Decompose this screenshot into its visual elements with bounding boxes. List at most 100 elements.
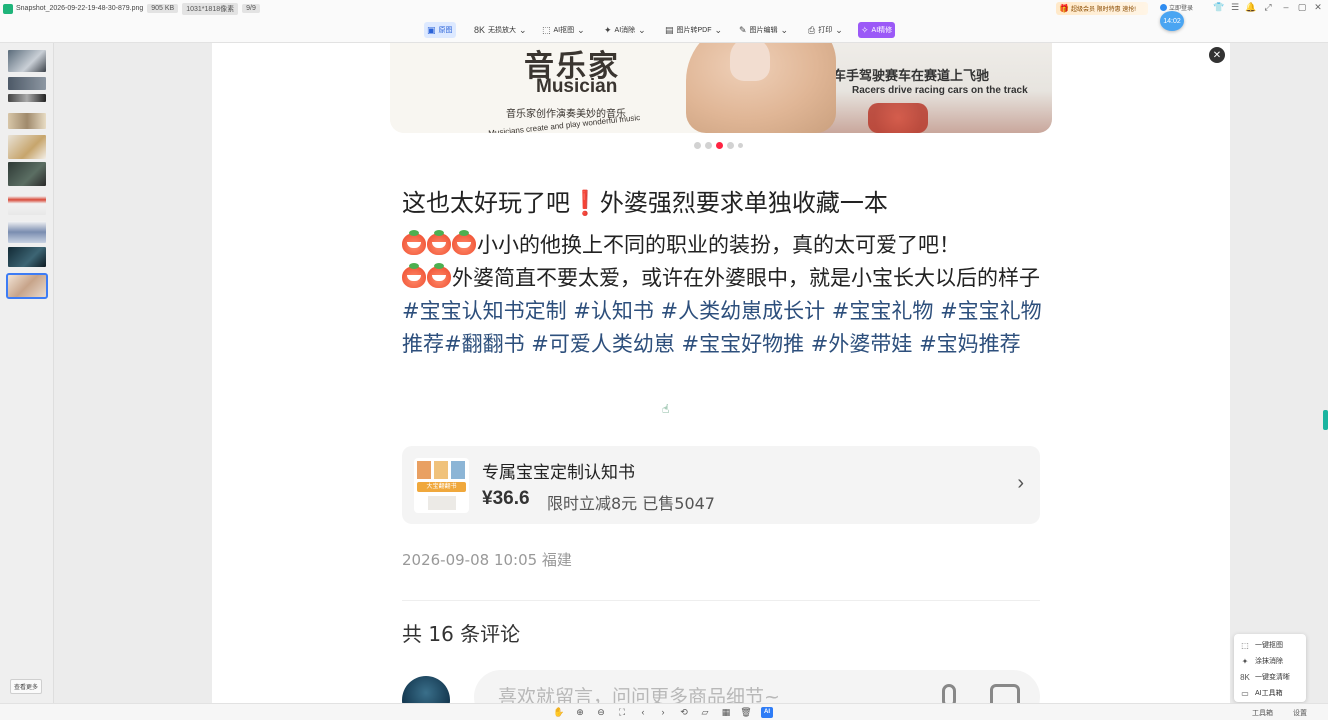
hand-cursor-icon: ☝ xyxy=(662,402,670,416)
rotate-icon[interactable]: ⟲ xyxy=(678,707,690,718)
menu-item-ai-toolbox[interactable]: ▭ AI工具箱 xyxy=(1234,685,1306,701)
carousel-dot[interactable] xyxy=(705,142,712,149)
magic-wand-icon: ✦ xyxy=(604,24,612,35)
folder-icon[interactable]: ▱ xyxy=(699,707,711,718)
toy-car-image xyxy=(868,103,928,133)
chevron-down-icon: ⌄ xyxy=(835,24,843,35)
peach-emoji-icon xyxy=(452,230,476,255)
time-badge[interactable]: 14:02 xyxy=(1160,11,1184,31)
image-icon: ▣ xyxy=(427,24,436,35)
tool-print[interactable]: ⎙ 打印 ⌄ xyxy=(805,22,846,38)
thumbnail[interactable] xyxy=(8,247,46,267)
zoom-out-icon[interactable]: ⊖ xyxy=(595,707,607,718)
product-name: 专属宝宝定制认知书 xyxy=(482,463,635,483)
view-more-button[interactable]: 查看更多 xyxy=(10,679,43,694)
tool-label: AI消除 xyxy=(614,27,636,34)
avatar[interactable] xyxy=(402,676,450,703)
tool-ai-cutout[interactable]: ⬚ AI抠图 ⌄ xyxy=(539,22,588,38)
post-body: 小小的他换上不同的职业的装扮，真的太可爱了吧！ 外婆简直不要太爱，或许在外婆眼中… xyxy=(402,229,1042,361)
login-button[interactable]: 立即登录 xyxy=(1160,3,1193,12)
close-icon[interactable]: ✕ xyxy=(1312,2,1324,13)
comment-box[interactable] xyxy=(474,670,1040,703)
fullscreen-icon[interactable]: ⤢ xyxy=(1262,2,1274,13)
carousel-dot[interactable] xyxy=(727,142,734,149)
maximize-icon[interactable]: ▢ xyxy=(1296,2,1308,13)
tool-label: 图片编辑 xyxy=(749,27,778,34)
menu-item-label: 一键变清晰 xyxy=(1255,674,1290,681)
thumbnail[interactable] xyxy=(8,113,46,129)
thumbnail[interactable] xyxy=(8,77,46,90)
printer-icon: ⎙ xyxy=(808,24,816,35)
minimize-icon[interactable]: – xyxy=(1280,2,1292,12)
post-title: 这也太好玩了吧❗外婆强烈要求单独收藏一本 xyxy=(402,189,888,217)
thumbnail[interactable] xyxy=(8,221,46,243)
thumbnail[interactable] xyxy=(8,196,46,215)
card-title-en: Musician xyxy=(536,76,618,97)
post-date-location: 2026-09-08 10:05 福建 xyxy=(402,551,572,569)
chevron-down-icon: ⌄ xyxy=(519,24,527,35)
pdf-icon: ▤ xyxy=(665,24,674,35)
thumbnail[interactable] xyxy=(8,94,46,102)
gallery-icon[interactable]: ▦ xyxy=(720,707,732,718)
menu-icon[interactable]: ☰ xyxy=(1229,2,1241,13)
product-promo: 限时立减8元 已售5047 xyxy=(547,494,715,513)
tool-lossless-upscale[interactable]: 8K 无损放大 ⌄ xyxy=(471,22,530,38)
pan-hand-icon[interactable]: ✋ xyxy=(553,707,565,718)
thumbnail[interactable] xyxy=(8,135,46,159)
comments-heading: 共 16 条评论 xyxy=(402,622,521,646)
menu-item-one-click-cutout[interactable]: ⬚ 一键抠图 xyxy=(1234,637,1306,653)
carousel-dot[interactable] xyxy=(738,143,743,148)
tool-image-to-pdf[interactable]: ▤ 图片转PDF ⌄ xyxy=(662,22,725,38)
chevron-down-icon: ⌄ xyxy=(638,24,646,35)
microphone-icon[interactable] xyxy=(942,684,956,703)
zoom-in-icon[interactable]: ⊕ xyxy=(574,707,586,718)
title-bar: Snapshot_2026-09-22-19-48-30-879.png 905… xyxy=(0,0,1328,17)
file-name: Snapshot_2026-09-22-19-48-30-879.png xyxy=(16,5,144,12)
carousel-indicator xyxy=(694,142,743,149)
thumbnail[interactable] xyxy=(8,162,46,186)
tool-image-edit[interactable]: ✎ 图片编辑 ⌄ xyxy=(736,22,791,38)
divider xyxy=(402,600,1040,601)
toolbar: ▣ 原图 8K 无损放大 ⌄ ⬚ AI抠图 ⌄ ✦ AI消除 ⌄ ▤ 图片转PD… xyxy=(0,17,1328,43)
next-icon[interactable]: › xyxy=(657,707,669,718)
file-size-badge: 905 KB xyxy=(147,4,179,13)
thumbnail[interactable] xyxy=(8,50,46,72)
post-line-1: 小小的他换上不同的职业的装扮，真的太可爱了吧！ xyxy=(477,233,960,257)
toolbox-button[interactable]: 工具箱 xyxy=(1252,708,1273,718)
product-card[interactable]: 大宝翻翻书 专属宝宝定制认知书 ¥36.6 限时立减8元 已售5047 › xyxy=(402,446,1040,524)
tool-label: 原图 xyxy=(438,27,453,34)
ai-button[interactable]: AI xyxy=(761,707,773,718)
menu-item-label: 涂抹消除 xyxy=(1255,658,1283,665)
thumbnail-selected[interactable] xyxy=(6,273,48,299)
vip-promo-button[interactable]: 🎁 超级会员 限时特惠 速抢! xyxy=(1056,2,1148,15)
previous-icon[interactable]: ‹ xyxy=(637,707,649,718)
side-scroll-marker[interactable] xyxy=(1323,410,1328,430)
gift-icon: 🎁 xyxy=(1059,4,1069,13)
tool-label: AI精修 xyxy=(871,27,893,34)
tool-ai-retouch[interactable]: ✧ AI精修 xyxy=(858,22,896,38)
menu-item-smear-erase[interactable]: ✦ 涂抹消除 xyxy=(1234,653,1306,669)
card-racer-cn: 赛车手驾驶赛车在赛道上飞驰 xyxy=(820,68,990,83)
menu-item-sharpen[interactable]: 8K 一键变清晰 xyxy=(1234,669,1306,685)
tool-label: 无损放大 xyxy=(488,27,517,34)
8k-icon: 8K xyxy=(474,25,486,35)
resolution-badge: 1031*1818像素 xyxy=(182,2,239,15)
product-image-label: 大宝翻翻书 xyxy=(417,482,466,492)
carousel-dot[interactable] xyxy=(694,142,701,149)
settings-button[interactable]: 设置 xyxy=(1293,708,1307,718)
close-viewer-icon[interactable]: ✕ xyxy=(1209,47,1225,63)
toolbox-icon: ▭ xyxy=(1241,688,1249,698)
comment-input[interactable] xyxy=(498,682,918,703)
bottom-bar: ✋ ⊕ ⊖ ⛶ ‹ › ⟲ ▱ ▦ 🗑 AI 工具箱 设置 xyxy=(0,703,1328,720)
floating-tool-menu: ⬚ 一键抠图 ✦ 涂抹消除 8K 一键变清晰 ▭ AI工具箱 xyxy=(1234,634,1306,702)
carousel-dot-active[interactable] xyxy=(716,142,723,149)
shirt-icon[interactable]: 👕 xyxy=(1213,2,1225,13)
fit-screen-icon[interactable]: ⛶ xyxy=(616,707,628,718)
tool-ai-erase[interactable]: ✦ AI消除 ⌄ xyxy=(601,22,649,38)
post-image-carousel[interactable]: 音乐家 Musician 音乐家创作演奏美妙的音乐 Musicians crea… xyxy=(390,43,1052,133)
image-picker-icon[interactable] xyxy=(990,684,1020,703)
delete-icon[interactable]: 🗑 xyxy=(740,707,752,718)
bell-icon[interactable]: 🔔 xyxy=(1245,2,1257,13)
tool-original-image[interactable]: ▣ 原图 xyxy=(424,22,456,38)
hashtag-list[interactable]: #宝宝认知书定制 #认知书 #人类幼崽成长计 #宝宝礼物 #宝宝礼物推荐#翻翻书… xyxy=(402,299,1042,356)
